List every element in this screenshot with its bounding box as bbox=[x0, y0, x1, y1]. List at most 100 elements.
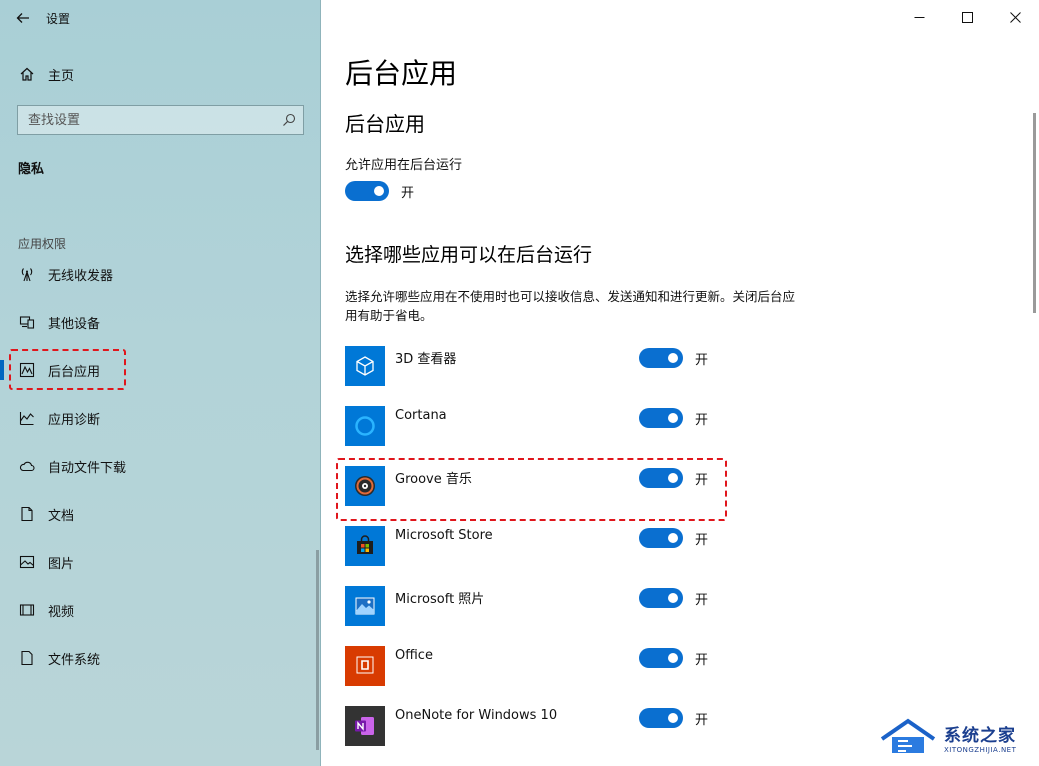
watermark-text: 系统之家 XITONGZHIJIA.NET bbox=[944, 721, 1016, 754]
sidebar-item-label: 文件系统 bbox=[48, 652, 101, 668]
app-toggle-store[interactable] bbox=[639, 528, 683, 548]
app-name: OneNote for Windows 10 bbox=[395, 708, 558, 723]
app-toggle-onenote[interactable] bbox=[639, 708, 683, 728]
page-title: 后台应用 bbox=[345, 57, 458, 90]
toggle-state-label: 开 bbox=[695, 472, 709, 488]
allow-background-toggle-group: 开 bbox=[345, 181, 414, 201]
sidebar-item-label: 后台应用 bbox=[48, 364, 101, 380]
list-item: Microsoft 照片 开 bbox=[345, 585, 745, 645]
photos-icon bbox=[345, 586, 385, 626]
cloud-icon bbox=[18, 457, 36, 475]
app-toggle-group: 开 bbox=[639, 648, 708, 668]
app-name: 3D 查看器 bbox=[395, 352, 457, 367]
close-icon bbox=[1009, 11, 1021, 23]
list-item: 3D 查看器 开 bbox=[345, 345, 745, 405]
nav-list: 无线收发器 其他设备 后台应用 应用诊断 自动文件下载 文档 图片 视频 文件系… bbox=[0, 250, 321, 682]
choose-apps-description: 选择允许哪些应用在不使用时也可以接收信息、发送通知和进行更新。关闭后台应用有助于… bbox=[345, 289, 796, 323]
nav-home-label: 主页 bbox=[48, 68, 75, 84]
sidebar-item-label: 应用诊断 bbox=[48, 412, 101, 428]
toggle-state-label: 开 bbox=[695, 412, 709, 428]
sidebar-item-pictures[interactable]: 图片 bbox=[0, 538, 321, 586]
toggle-knob bbox=[668, 533, 678, 543]
diagnostics-icon bbox=[18, 409, 36, 427]
toggle-state-label: 开 bbox=[695, 352, 709, 368]
nav-home[interactable]: 主页 bbox=[0, 56, 321, 92]
maximize-icon bbox=[961, 11, 973, 23]
toggle-knob bbox=[668, 413, 678, 423]
sidebar-item-app-diagnostics[interactable]: 应用诊断 bbox=[0, 394, 321, 442]
sidebar-item-label: 视频 bbox=[48, 604, 75, 620]
file-system-icon bbox=[18, 649, 36, 667]
sidebar-item-auto-downloads[interactable]: 自动文件下载 bbox=[0, 442, 321, 490]
radio-tower-icon bbox=[18, 265, 36, 283]
sidebar-item-other-devices[interactable]: 其他设备 bbox=[0, 298, 321, 346]
toggle-state-label: 开 bbox=[695, 652, 709, 668]
toggle-knob bbox=[668, 353, 678, 363]
sidebar-item-videos[interactable]: 视频 bbox=[0, 586, 321, 634]
app-name: Microsoft 照片 bbox=[395, 592, 485, 607]
sidebar-item-file-system[interactable]: 文件系统 bbox=[0, 634, 321, 682]
sidebar-scrollbar[interactable] bbox=[316, 550, 319, 750]
search-icon[interactable] bbox=[275, 113, 303, 127]
onenote-icon bbox=[345, 706, 385, 746]
app-list: 3D 查看器 开 Cortana 开 Groove 音乐 开 Microsoft… bbox=[345, 345, 745, 765]
sidebar-item-label: 图片 bbox=[48, 556, 75, 572]
app-toggle-group: 开 bbox=[639, 528, 708, 548]
maximize-button[interactable] bbox=[943, 0, 991, 34]
app-name: Groove 音乐 bbox=[395, 472, 472, 487]
search-box[interactable] bbox=[17, 105, 304, 135]
choose-apps-title: 选择哪些应用可以在后台运行 bbox=[345, 244, 593, 266]
toggle-knob bbox=[374, 186, 384, 196]
window-controls bbox=[895, 0, 1039, 34]
3d-viewer-icon bbox=[345, 346, 385, 386]
app-toggle-photos[interactable] bbox=[639, 588, 683, 608]
app-name: Office bbox=[395, 648, 433, 663]
app-toggle-groove[interactable] bbox=[639, 468, 683, 488]
back-button[interactable] bbox=[0, 0, 46, 36]
document-icon bbox=[18, 505, 36, 523]
title-bar-left: 设置 bbox=[0, 0, 321, 36]
app-toggle-group: 开 bbox=[639, 408, 708, 428]
app-toggle-cortana[interactable] bbox=[639, 408, 683, 428]
minimize-icon bbox=[914, 16, 924, 18]
sidebar-item-radios[interactable]: 无线收发器 bbox=[0, 250, 321, 298]
groove-music-icon bbox=[345, 466, 385, 506]
app-toggle-3d-viewer[interactable] bbox=[639, 348, 683, 368]
toggle-state-label: 开 bbox=[401, 185, 415, 201]
office-icon bbox=[345, 646, 385, 686]
section-title: 后台应用 bbox=[345, 112, 425, 136]
close-button[interactable] bbox=[991, 0, 1039, 34]
app-toggle-group: 开 bbox=[639, 348, 708, 368]
back-arrow-icon bbox=[16, 13, 29, 23]
allow-background-toggle[interactable] bbox=[345, 181, 389, 201]
sidebar-item-background-apps[interactable]: 后台应用 bbox=[0, 346, 321, 394]
main-scrollbar[interactable] bbox=[1033, 113, 1036, 313]
search-input[interactable] bbox=[28, 112, 275, 128]
toggle-state-label: 开 bbox=[695, 532, 709, 548]
allow-background-label: 允许应用在后台运行 bbox=[345, 158, 463, 173]
app-toggle-office[interactable] bbox=[639, 648, 683, 668]
list-item: OneNote for Windows 10 开 bbox=[345, 705, 745, 765]
devices-icon bbox=[18, 313, 36, 331]
watermark-main: 系统之家 bbox=[944, 725, 1016, 746]
toggle-state-label: 开 bbox=[695, 712, 709, 728]
cortana-icon bbox=[345, 406, 385, 446]
toggle-knob bbox=[668, 593, 678, 603]
sidebar-item-documents[interactable]: 文档 bbox=[0, 490, 321, 538]
main-content: 后台应用 后台应用 允许应用在后台运行 开 选择哪些应用可以在后台运行 选择允许… bbox=[321, 0, 1039, 766]
list-item: Cortana 开 bbox=[345, 405, 745, 465]
minimize-button[interactable] bbox=[895, 0, 943, 34]
sidebar-item-label: 自动文件下载 bbox=[48, 460, 127, 476]
list-item: Groove 音乐 开 bbox=[345, 465, 745, 525]
app-toggle-group: 开 bbox=[639, 588, 708, 608]
app-toggle-group: 开 bbox=[639, 708, 708, 728]
store-icon bbox=[345, 526, 385, 566]
watermark-sub: XITONGZHIJIA.NET bbox=[944, 745, 1017, 754]
toggle-state-label: 开 bbox=[695, 592, 709, 608]
section-title-privacy: 隐私 bbox=[18, 162, 45, 177]
toggle-knob bbox=[668, 473, 678, 483]
list-item: Microsoft Store 开 bbox=[345, 525, 745, 585]
toggle-knob bbox=[668, 653, 678, 663]
toggle-knob bbox=[668, 713, 678, 723]
sidebar-item-label: 无线收发器 bbox=[48, 268, 114, 284]
